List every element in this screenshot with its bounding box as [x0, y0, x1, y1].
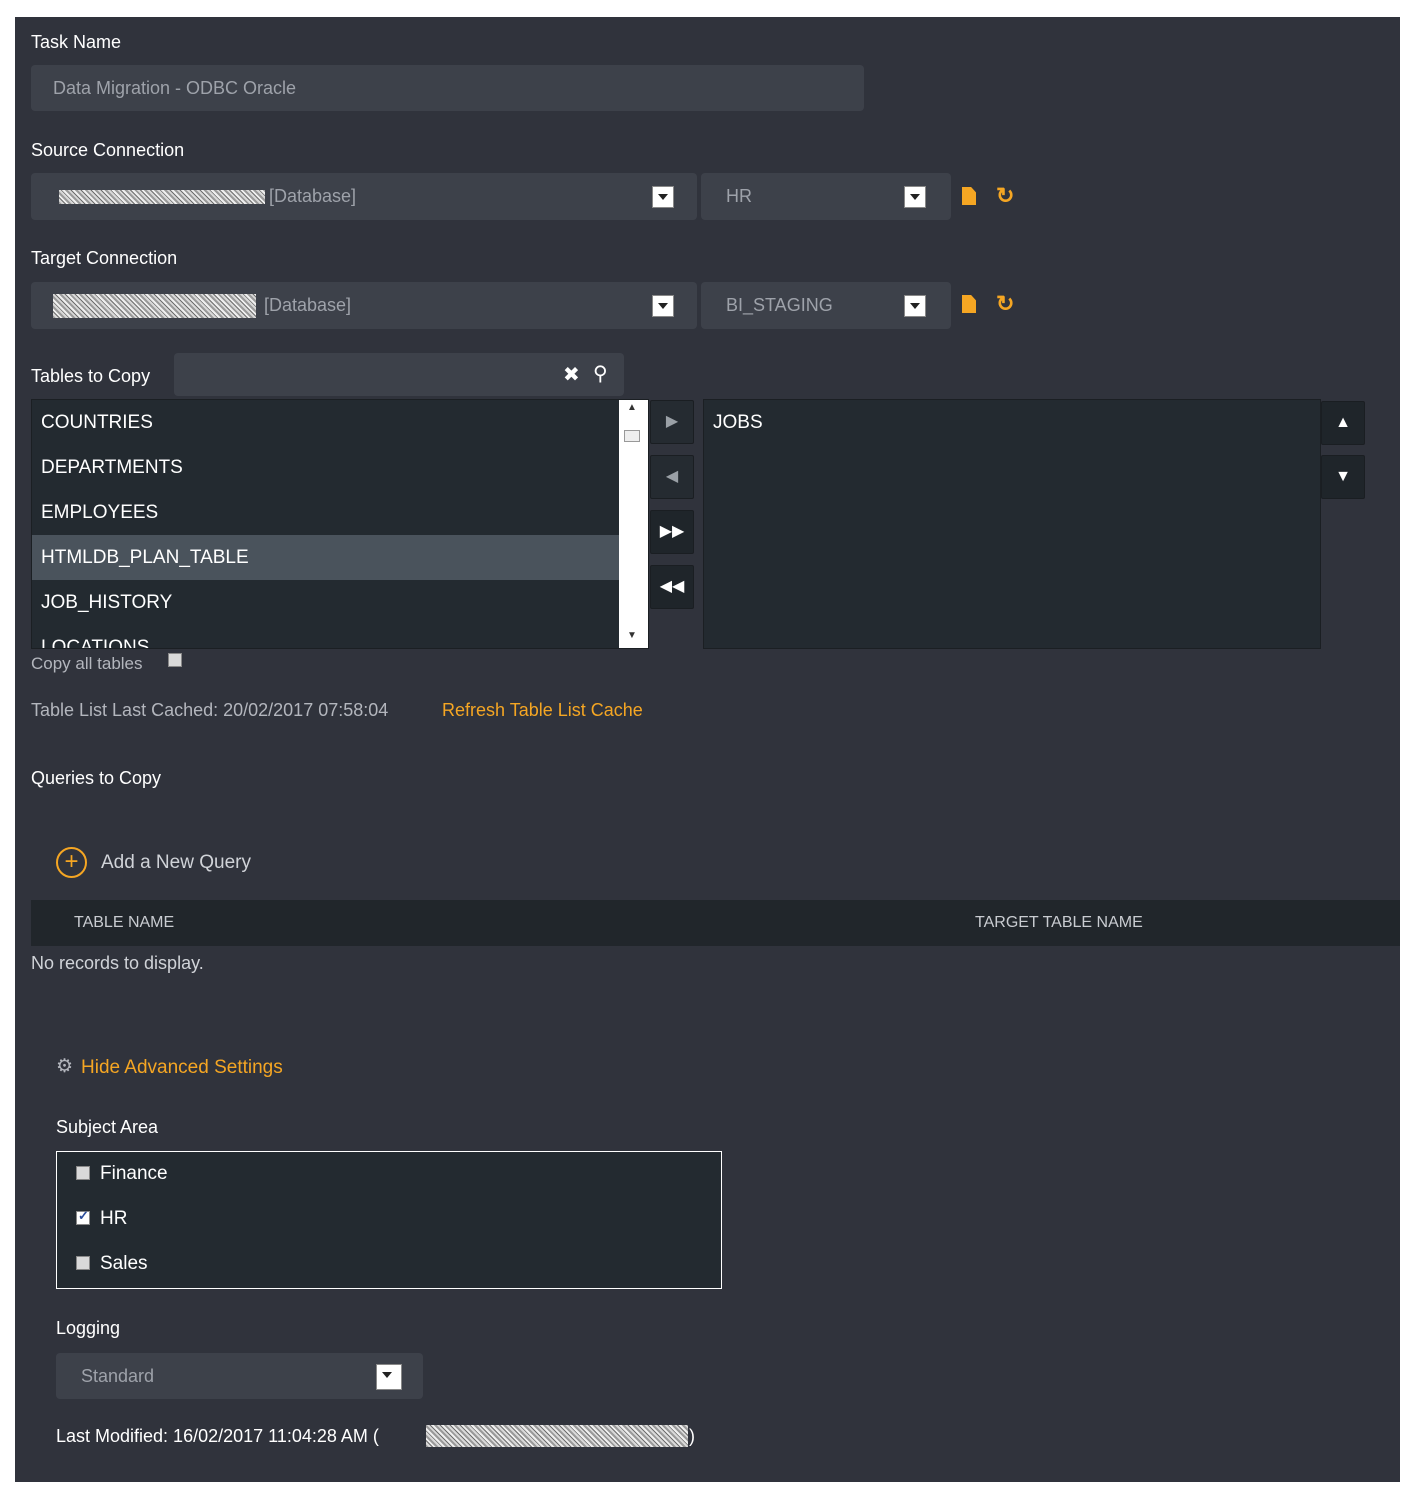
- add-query-button[interactable]: Add a New Query: [101, 852, 251, 874]
- target-connection-suffix: [Database]: [264, 295, 352, 315]
- subject-area-item[interactable]: HR: [57, 1197, 721, 1242]
- task-name-input[interactable]: Data Migration - ODBC Oracle: [31, 65, 864, 111]
- available-table-item[interactable]: LOCATIONS: [32, 625, 648, 648]
- clear-icon[interactable]: ✖: [563, 362, 580, 387]
- redacted-user-name: [426, 1425, 688, 1447]
- chevron-down-icon: [652, 186, 674, 208]
- cache-timestamp: Table List Last Cached: 20/02/2017 07:58…: [31, 700, 389, 720]
- search-icon[interactable]: ⚲: [593, 361, 608, 386]
- available-table-item[interactable]: JOB_HISTORY: [32, 580, 648, 625]
- task-name-value: Data Migration - ODBC Oracle: [53, 78, 297, 98]
- table-search-input[interactable]: ✖ ⚲: [174, 353, 624, 396]
- target-schema-value: BI_STAGING: [726, 295, 833, 315]
- chevron-down-icon: [904, 186, 926, 208]
- last-modified-text: Last Modified: 16/02/2017 11:04:28 AM (: [56, 1426, 379, 1446]
- subject-area-label: Subject Area: [56, 1117, 159, 1137]
- subject-area-checkbox[interactable]: [76, 1166, 90, 1180]
- source-connection-suffix: [Database]: [269, 186, 357, 206]
- redacted-connection-name: [53, 294, 256, 318]
- subject-area-list: Finance HR Sales: [56, 1151, 722, 1289]
- refresh-icon[interactable]: ↻: [996, 185, 1016, 207]
- chosen-tables-list[interactable]: JOBS: [703, 399, 1321, 649]
- available-table-item[interactable]: HTMLDB_PLAN_TABLE: [32, 535, 648, 580]
- logging-select[interactable]: Standard: [56, 1353, 423, 1399]
- chevron-down-icon: [904, 295, 926, 317]
- subject-area-item[interactable]: Sales: [57, 1242, 721, 1287]
- source-connection-label: Source Connection: [31, 140, 185, 160]
- last-modified-close: ): [689, 1426, 695, 1446]
- logging-label: Logging: [56, 1318, 121, 1338]
- queries-to-copy-label: Queries to Copy: [31, 768, 162, 788]
- subject-area-checkbox[interactable]: [76, 1256, 90, 1270]
- target-schema-select[interactable]: BI_STAGING: [701, 282, 951, 329]
- source-schema-select[interactable]: HR: [701, 173, 951, 220]
- tables-to-copy-label: Tables to Copy: [31, 366, 151, 386]
- gear-icon: ⚙: [56, 1056, 74, 1077]
- move-all-left-button[interactable]: ◀◀: [650, 565, 694, 609]
- chosen-table-item[interactable]: JOBS: [704, 400, 1320, 445]
- available-table-item[interactable]: COUNTRIES: [32, 400, 648, 445]
- move-up-button[interactable]: ▲: [1321, 401, 1365, 445]
- subject-area-label: Sales: [100, 1253, 148, 1274]
- available-table-item[interactable]: DEPARTMENTS: [32, 445, 648, 490]
- copy-all-tables-checkbox[interactable]: [168, 653, 182, 667]
- task-name-label: Task Name: [31, 32, 122, 52]
- subject-area-checkbox[interactable]: [76, 1208, 90, 1225]
- available-tables-list[interactable]: COUNTRIES DEPARTMENTS EMPLOYEES HTMLDB_PLAN…: [31, 399, 649, 649]
- column-header-target-table-name[interactable]: TARGET TABLE NAME: [975, 914, 1143, 932]
- logging-value: Standard: [81, 1366, 155, 1386]
- chevron-down-icon: [376, 1364, 402, 1390]
- queries-table-header: TABLE NAME TARGET TABLE NAME: [31, 900, 1400, 946]
- move-left-button[interactable]: ◀: [650, 455, 694, 499]
- scroll-thumb[interactable]: [624, 430, 640, 442]
- move-all-right-button[interactable]: ▶▶: [650, 510, 694, 554]
- subject-area-label: Finance: [100, 1163, 168, 1184]
- move-down-button[interactable]: ▼: [1321, 455, 1365, 499]
- available-table-item[interactable]: EMPLOYEES: [32, 490, 648, 535]
- refresh-icon[interactable]: ↻: [996, 293, 1016, 315]
- source-schema-value: HR: [726, 186, 752, 206]
- target-connection-label: Target Connection: [31, 248, 178, 268]
- subject-area-label: HR: [100, 1208, 128, 1229]
- source-connection-select[interactable]: [Database]: [31, 173, 697, 220]
- chevron-down-icon: [652, 295, 674, 317]
- column-header-table-name[interactable]: TABLE NAME: [74, 914, 174, 932]
- copy-all-tables-label: Copy all tables: [31, 654, 143, 673]
- add-circle-icon[interactable]: +: [56, 847, 87, 878]
- redacted-connection-name: [59, 190, 265, 204]
- target-connection-select[interactable]: [Database]: [31, 282, 697, 329]
- list-scrollbar[interactable]: ▲ ▼: [619, 400, 648, 648]
- hide-advanced-settings-link[interactable]: Hide Advanced Settings: [81, 1057, 283, 1079]
- scroll-down-icon[interactable]: ▼: [627, 630, 637, 641]
- move-right-button[interactable]: ▶: [650, 400, 694, 444]
- refresh-cache-link[interactable]: Refresh Table List Cache: [442, 700, 643, 721]
- scroll-up-icon[interactable]: ▲: [627, 402, 637, 413]
- subject-area-item[interactable]: Finance: [57, 1152, 721, 1197]
- no-records-message: No records to display.: [31, 953, 204, 973]
